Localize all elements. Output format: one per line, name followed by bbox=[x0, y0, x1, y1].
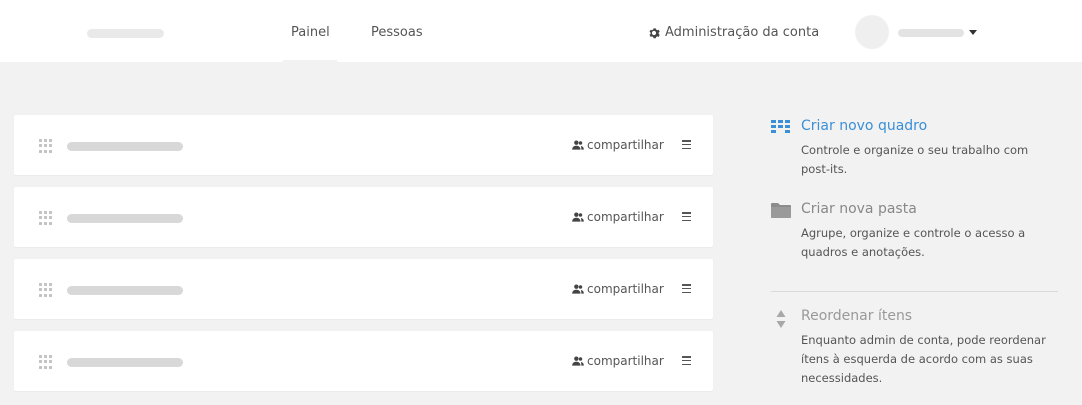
board-row[interactable]: compartilhar bbox=[14, 115, 713, 175]
users-icon bbox=[572, 284, 584, 294]
nav-painel[interactable]: Painel bbox=[291, 23, 330, 43]
share-label: compartilhar bbox=[587, 138, 664, 152]
share-label: compartilhar bbox=[587, 210, 664, 224]
users-icon bbox=[572, 140, 584, 150]
users-icon bbox=[572, 212, 584, 222]
drag-grip-icon[interactable] bbox=[39, 139, 53, 153]
board-title[interactable] bbox=[67, 286, 183, 295]
board-row[interactable]: compartilhar bbox=[14, 331, 713, 391]
gear-icon bbox=[648, 27, 660, 39]
hamburger-icon[interactable] bbox=[682, 140, 691, 149]
create-board-title[interactable]: Criar novo quadro bbox=[801, 116, 927, 136]
create-board-description: Controle e organize o seu trabalho com p… bbox=[801, 143, 1029, 176]
share-button[interactable]: compartilhar bbox=[572, 208, 664, 226]
create-folder-title[interactable]: Criar nova pasta bbox=[801, 199, 917, 219]
share-button[interactable]: compartilhar bbox=[572, 352, 664, 370]
folder-icon bbox=[771, 202, 791, 222]
board-title[interactable] bbox=[67, 142, 183, 151]
user-name[interactable] bbox=[898, 29, 964, 37]
create-folder-description: Agrupe, organize e controle o acesso a q… bbox=[801, 226, 1026, 259]
share-label: compartilhar bbox=[587, 354, 664, 368]
share-button[interactable]: compartilhar bbox=[572, 280, 664, 298]
nav-pessoas[interactable]: Pessoas bbox=[371, 23, 423, 43]
share-button[interactable]: compartilhar bbox=[572, 136, 664, 154]
hamburger-icon[interactable] bbox=[682, 212, 691, 221]
drag-grip-icon[interactable] bbox=[39, 355, 53, 369]
divider bbox=[771, 291, 1058, 292]
drag-grip-icon[interactable] bbox=[39, 211, 53, 225]
sort-arrows-icon bbox=[771, 309, 791, 333]
reorder-items-description: Enquanto admin de conta, pode reordenar … bbox=[801, 333, 1046, 385]
share-label: compartilhar bbox=[587, 282, 664, 296]
top-navigation-bar: Painel Pessoas Administração da conta bbox=[0, 0, 1082, 62]
board-title[interactable] bbox=[67, 214, 183, 223]
drag-grip-icon[interactable] bbox=[39, 283, 53, 297]
board-row[interactable]: compartilhar bbox=[14, 259, 713, 319]
users-icon bbox=[572, 356, 584, 366]
board-icon bbox=[771, 119, 790, 138]
board-row[interactable]: compartilhar bbox=[14, 187, 713, 247]
account-admin-label: Administração da conta bbox=[665, 25, 820, 40]
board-title[interactable] bbox=[67, 358, 183, 367]
hamburger-icon[interactable] bbox=[682, 356, 691, 365]
logo[interactable] bbox=[87, 29, 164, 38]
hamburger-icon[interactable] bbox=[682, 284, 691, 293]
active-nav-indicator bbox=[283, 60, 337, 62]
avatar[interactable] bbox=[855, 15, 889, 49]
account-admin-link[interactable]: Administração da conta bbox=[648, 23, 819, 43]
reorder-items-title: Reordenar ítens bbox=[801, 308, 913, 324]
caret-down-icon[interactable] bbox=[969, 30, 977, 35]
